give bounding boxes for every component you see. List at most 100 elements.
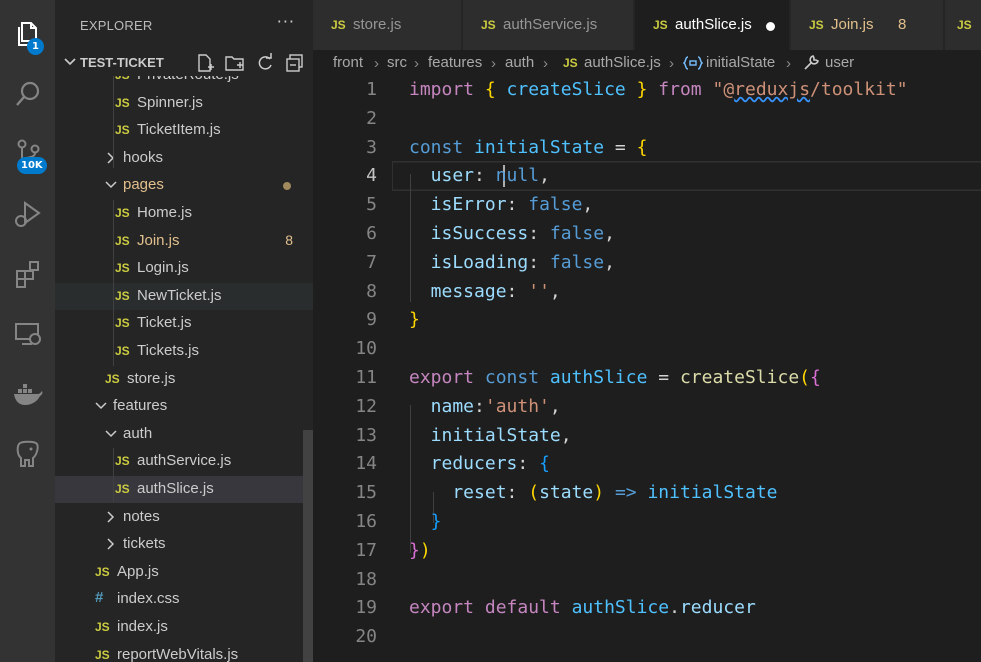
new-file-icon[interactable] (195, 53, 215, 73)
code-token: , (582, 194, 594, 216)
explorer-more-button[interactable]: ··· (277, 12, 295, 31)
code-token: { (810, 367, 821, 388)
project-section-header[interactable]: TEST-TICKET (55, 50, 313, 76)
tree-item-label: PrivateRoute.js (137, 76, 239, 83)
modified-dot-icon (283, 182, 291, 191)
activity-search[interactable] (0, 70, 55, 118)
code-line[interactable]: reset: (state) => initialState (409, 482, 778, 504)
breadcrumb-item-src[interactable]: src (387, 54, 407, 71)
tree-file[interactable]: JS authService.js (55, 448, 313, 475)
sidebar-scrollbar[interactable] (303, 430, 313, 662)
activity-remote-explorer[interactable] (0, 310, 55, 358)
tree-file[interactable]: # index.css (55, 586, 313, 613)
tree-file[interactable]: JS reportWebVitals.js (55, 642, 313, 662)
editor-tab[interactable]: JS (945, 0, 981, 50)
code-line[interactable]: isLoading: false, (409, 252, 615, 273)
code-line[interactable]: }) (409, 540, 431, 561)
tree-file[interactable]: JS Join.js 8 (55, 228, 313, 255)
refresh-icon[interactable] (255, 53, 275, 73)
tree-item-label: reportWebVitals.js (117, 645, 239, 662)
tree-file[interactable]: JS Tickets.js (55, 338, 313, 365)
code-line[interactable]: isError: false, (409, 194, 594, 216)
new-folder-icon[interactable] (225, 53, 245, 73)
tree-item-label: Login.js (137, 259, 189, 277)
code-token: . (669, 597, 680, 619)
activity-bar: 1 10K (0, 0, 55, 662)
line-number: 10 (355, 338, 377, 360)
tree-folder[interactable]: tickets (55, 531, 313, 558)
code-token: ) (419, 539, 431, 561)
tree-folder[interactable]: pages (55, 172, 313, 199)
explorer-sidebar: EXPLORER ··· TEST-TICKET JS PrivateRoute.… (55, 0, 313, 662)
code-token: : (517, 453, 540, 475)
activity-postgres[interactable] (0, 430, 55, 478)
activity-run-debug[interactable] (0, 190, 55, 238)
tree-file[interactable]: JS NewTicket.js (55, 282, 313, 310)
unsaved-dot-icon[interactable] (766, 22, 775, 31)
chevron-right-icon: › (669, 55, 674, 72)
collapse-all-icon[interactable] (285, 53, 305, 73)
code-token: : (506, 280, 529, 302)
activity-extensions[interactable] (0, 250, 55, 298)
code-token: false (549, 251, 605, 273)
code-line[interactable]: message: '', (409, 281, 561, 302)
js-file-icon: JS (115, 206, 130, 220)
code-token: , (539, 165, 550, 187)
code-token: initialState (647, 482, 778, 504)
tree-file[interactable]: JS Ticket.js (55, 310, 313, 337)
tree-item-label: index.css (117, 590, 180, 608)
tree-file[interactable]: JS Home.js (55, 200, 313, 227)
file-tree: JS PrivateRoute.js JS Spinner.js JS TicketIte… (55, 76, 313, 662)
code-line[interactable]: isSuccess: false, (409, 223, 615, 244)
tree-folder[interactable]: auth (55, 421, 313, 448)
code-line[interactable]: const initialState = { (409, 137, 647, 158)
tree-file[interactable]: JS TicketItem.js (55, 117, 313, 144)
editor-tab[interactable]: JS Join.js 8 (791, 0, 944, 50)
tree-file[interactable]: JS PrivateRoute.js (55, 76, 313, 89)
tree-file[interactable]: JS Login.js (55, 255, 313, 282)
code-line[interactable]: } (409, 511, 442, 532)
tree-file[interactable]: JS index.js (55, 614, 313, 641)
code-line[interactable]: initialState, (409, 425, 572, 446)
tree-file[interactable]: JS authSlice.js (55, 476, 313, 503)
tree-folder[interactable]: hooks (55, 145, 313, 172)
code-line[interactable]: export default authSlice.reducer (409, 597, 756, 618)
code-line[interactable]: name:'auth', (409, 396, 561, 417)
code-line[interactable]: user: null, (409, 165, 550, 186)
activity-docker[interactable] (0, 370, 55, 418)
code-line[interactable]: reducers: { (409, 453, 550, 474)
activity-source-control[interactable]: 10K (0, 130, 55, 178)
tree-folder[interactable]: features (55, 393, 313, 420)
breadcrumb-symbol-initialstate[interactable]: initialState (706, 54, 775, 71)
tree-folder[interactable]: notes (55, 504, 313, 531)
code-editor[interactable]: 1 import { createSlice } from "@reduxjs/t… (313, 76, 981, 662)
code-token: authSlice (549, 367, 648, 388)
editor-tab[interactable]: JS authService.js (463, 0, 634, 50)
code-token: } (409, 539, 420, 561)
breadcrumb-symbol-user[interactable]: user (825, 54, 854, 71)
breadcrumb-item-file[interactable]: authSlice.js (584, 54, 661, 71)
tree-file[interactable]: JS Spinner.js (55, 90, 313, 117)
code-token: { (636, 136, 648, 158)
js-file-icon: JS (957, 18, 972, 32)
wrench-icon (804, 55, 819, 70)
editor-tab[interactable]: JS store.js (313, 0, 462, 50)
breadcrumb-item-front[interactable]: front (333, 54, 363, 71)
activity-explorer[interactable]: 1 (0, 10, 55, 58)
tree-item-label: hooks (123, 148, 164, 166)
breadcrumb-item-features[interactable]: features (428, 54, 482, 71)
code-token: : (506, 194, 529, 216)
editor-tab[interactable]: JS authSlice.js (635, 0, 790, 50)
code-token: user (409, 165, 475, 187)
tree-file[interactable]: JS App.js (55, 559, 313, 586)
tree-file[interactable]: JS store.js (55, 366, 313, 393)
docker-icon (13, 384, 42, 405)
tree-item-label: store.js (127, 369, 176, 387)
code-line[interactable]: import { createSlice } from "@reduxjs/to… (409, 79, 908, 100)
breadcrumb-item-auth[interactable]: auth (505, 54, 534, 71)
code-token: , (549, 280, 561, 302)
code-token: "@ (712, 79, 735, 100)
tree-item-label: NewTicket.js (137, 286, 222, 304)
code-line[interactable]: export const authSlice = createSlice({ (409, 367, 821, 388)
code-line[interactable]: } (409, 309, 420, 330)
